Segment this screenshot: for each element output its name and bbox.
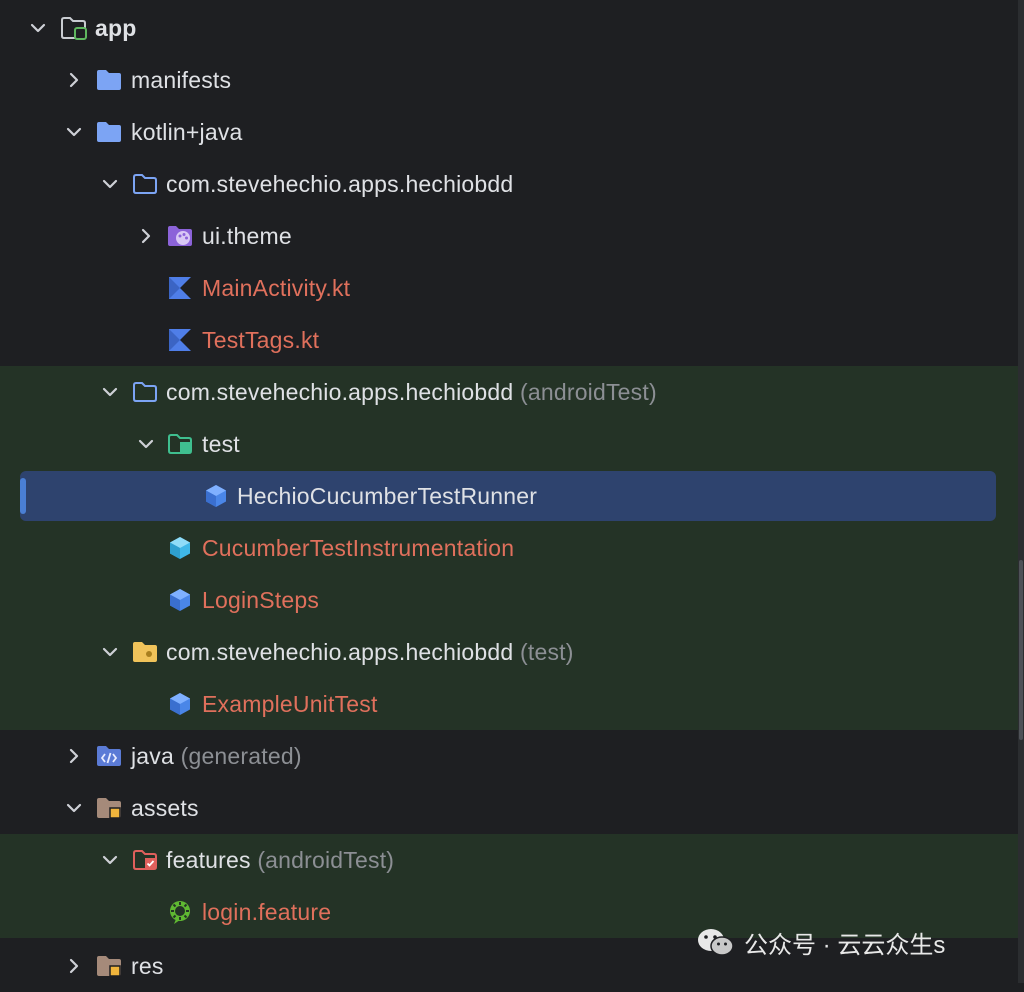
chevron-down-icon[interactable]: [100, 850, 120, 870]
tree-node-label: com.stevehechio.apps.hechiobdd: [166, 171, 514, 197]
tree-node-label: app: [95, 15, 137, 41]
tree-node-test-tags[interactable]: TestTags.kt: [0, 314, 1018, 366]
tree-node-package-unit-test[interactable]: com.stevehechio.apps.hechiobdd (test): [0, 626, 1018, 678]
generated-source-folder-icon: [95, 742, 123, 770]
tree-node-label: LoginSteps: [202, 587, 320, 613]
watermark: 公众号 · 云云众生s: [696, 924, 945, 960]
chevron-down-icon[interactable]: [64, 122, 84, 142]
kotlin-file-icon: [166, 326, 194, 354]
test-resource-folder-icon: [131, 846, 159, 874]
tree-node-runner-selected[interactable]: HechioCucumberTestRunner: [0, 470, 1018, 522]
tree-node-label: CucumberTestInstrumentation: [202, 535, 515, 561]
wechat-icon: [698, 929, 734, 956]
folder-icon: [95, 66, 123, 94]
tree-node-test[interactable]: test: [0, 418, 1018, 470]
source-set-suffix: (androidTest): [520, 379, 657, 405]
tree-node-label: manifests: [131, 67, 232, 93]
tree-node-label: HechioCucumberTestRunner: [237, 483, 538, 509]
tree-node-label: com.stevehechio.apps.hechiobdd (androidT…: [166, 379, 657, 405]
source-set-suffix: (androidTest): [257, 847, 395, 873]
class-icon: [166, 586, 194, 614]
tree-node-features[interactable]: features (androidTest): [0, 834, 1018, 886]
tree-node-assets[interactable]: assets: [0, 782, 1018, 834]
tree-node-app[interactable]: app: [0, 2, 1018, 54]
theme-package-icon: [166, 222, 194, 250]
chevron-right-icon[interactable]: [64, 70, 84, 90]
chevron-down-icon[interactable]: [28, 18, 48, 38]
cucumber-icon: [166, 898, 194, 926]
tree-node-label: features (androidTest): [166, 847, 395, 873]
chevron-right-icon[interactable]: [64, 956, 84, 976]
class-icon: [166, 690, 194, 718]
tree-node-main-activity[interactable]: MainActivity.kt: [0, 262, 1018, 314]
tree-node-label: java (generated): [131, 743, 302, 769]
chevron-right-icon[interactable]: [64, 746, 84, 766]
watermark-text: 公众号 · 云云众生s: [744, 931, 946, 959]
chevron-down-icon[interactable]: [100, 174, 120, 194]
tree-node-package-android-test[interactable]: com.stevehechio.apps.hechiobdd (androidT…: [0, 366, 1018, 418]
tree-node-label: test: [202, 431, 240, 457]
tree-node-example-unit-test[interactable]: ExampleUnitTest: [0, 678, 1018, 730]
tree-node-package-main[interactable]: com.stevehechio.apps.hechiobdd: [0, 158, 1018, 210]
focus-indicator: [20, 478, 26, 514]
tree-node-label: com.stevehechio.apps.hechiobdd (test): [166, 639, 574, 665]
tree-node-label: assets: [131, 795, 199, 821]
tree-node-label: ExampleUnitTest: [202, 691, 378, 717]
source-set-suffix: (generated): [180, 743, 302, 769]
tree-node-login-steps[interactable]: LoginSteps: [0, 574, 1018, 626]
class-icon: [202, 482, 230, 510]
tree-node-label: ui.theme: [202, 223, 292, 249]
tree-node-label: kotlin+java: [131, 119, 243, 145]
module-folder-icon: [60, 14, 88, 42]
test-package-icon: [166, 430, 194, 458]
tree-node-label: res: [131, 953, 164, 979]
tree-node-label: MainActivity.kt: [202, 275, 351, 301]
project-tree: app manifests kotlin+java com.stevehechi…: [0, 0, 1024, 983]
folder-icon: [95, 118, 123, 146]
chevron-down-icon[interactable]: [64, 798, 84, 818]
tree-node-label: login.feature: [202, 899, 332, 925]
chevron-down-icon[interactable]: [136, 434, 156, 454]
scrollbar-thumb[interactable]: [1019, 560, 1023, 740]
resource-folder-icon: [95, 952, 123, 980]
chevron-down-icon[interactable]: [100, 642, 120, 662]
class-icon: [166, 534, 194, 562]
tree-node-instrumentation[interactable]: CucumberTestInstrumentation: [0, 522, 1018, 574]
tree-node-kotlin-java[interactable]: kotlin+java: [0, 106, 1018, 158]
tree-node-manifests[interactable]: manifests: [0, 54, 1018, 106]
source-set-suffix: (test): [520, 639, 574, 665]
tree-node-label: TestTags.kt: [202, 327, 320, 353]
kotlin-file-icon: [166, 274, 194, 302]
vertical-scrollbar[interactable]: [1018, 0, 1024, 983]
resource-folder-icon: [95, 794, 123, 822]
package-folder-icon: [131, 378, 159, 406]
tree-node-java-generated[interactable]: java (generated): [0, 730, 1018, 782]
package-folder-icon: [131, 170, 159, 198]
tree-node-ui-theme[interactable]: ui.theme: [0, 210, 1018, 262]
test-folder-icon: [131, 638, 159, 666]
chevron-right-icon[interactable]: [136, 226, 156, 246]
chevron-down-icon[interactable]: [100, 382, 120, 402]
